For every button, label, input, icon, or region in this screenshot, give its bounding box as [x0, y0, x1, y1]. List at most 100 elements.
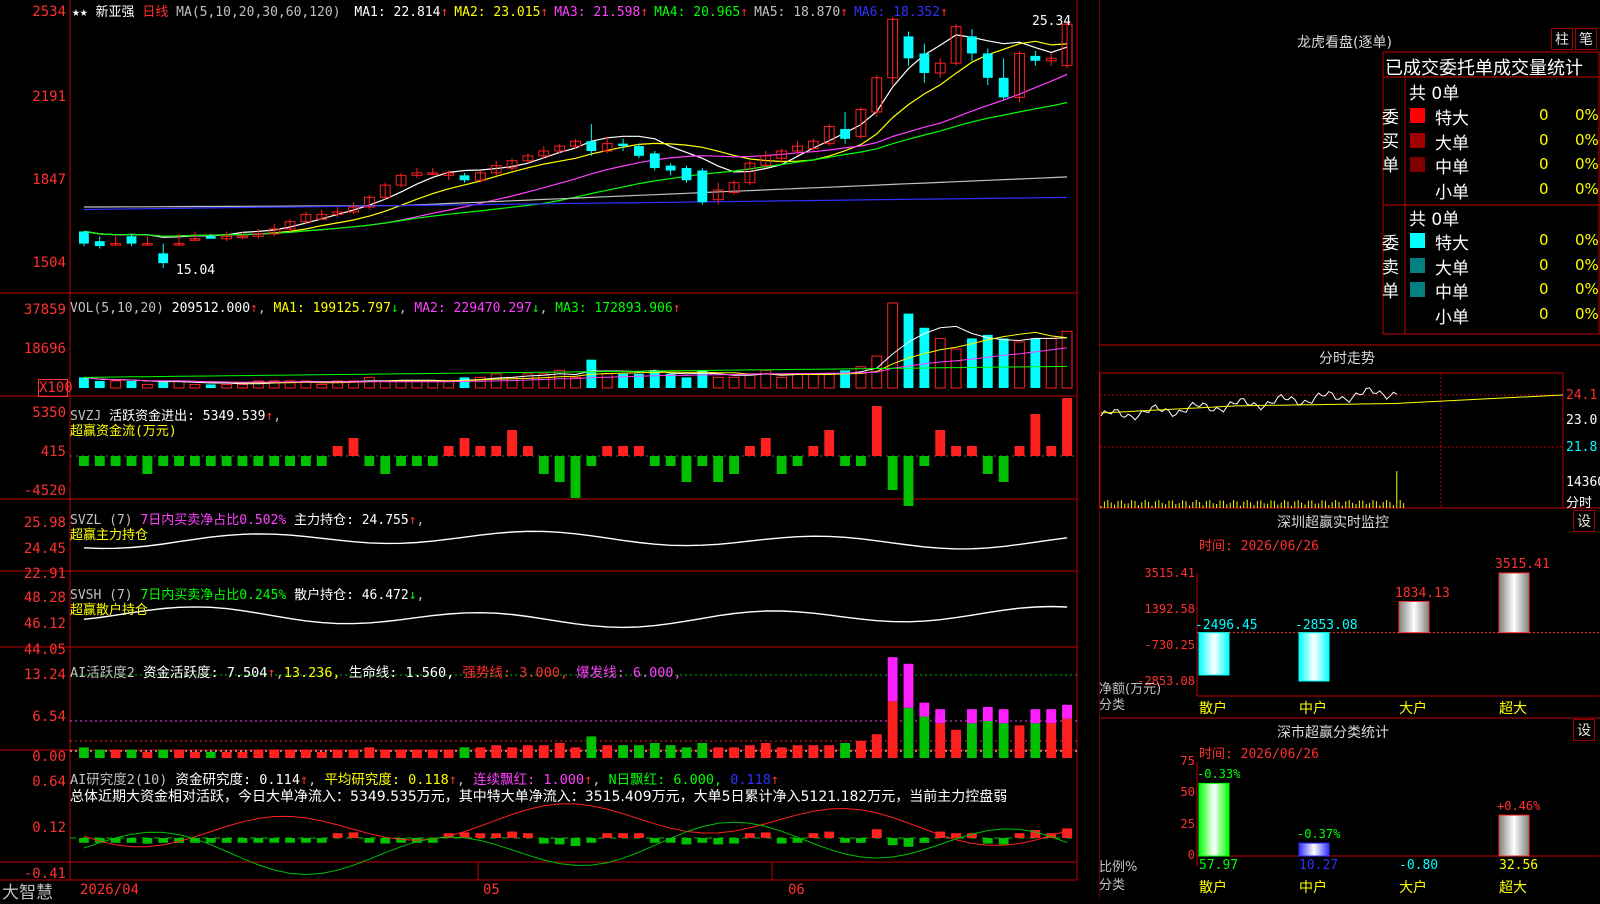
- ai1-bar: [110, 749, 121, 758]
- volume-bar: [967, 338, 977, 388]
- ai1-bar-top: [903, 663, 914, 708]
- lhb-color-swatch: [1410, 132, 1425, 148]
- lhb-row-name: 特大: [1435, 234, 1469, 254]
- sz-bar-label: -2496.45: [1195, 617, 1258, 633]
- ai1-bar: [967, 723, 977, 758]
- volume-bar: [681, 377, 692, 388]
- vol-header: VOL(5,10,20) 209512.000↑, MA1: 199125.79…: [70, 301, 681, 316]
- ai1-bar: [79, 747, 89, 758]
- svzj-bar: [998, 456, 1009, 482]
- vol-value: 209512.000: [171, 301, 251, 316]
- lhb-row-pct: 0%: [1575, 280, 1599, 298]
- svzj-bar: [221, 456, 232, 466]
- ai1-bar-top: [998, 709, 1009, 724]
- ai2-bar: [681, 838, 692, 845]
- lhb-row-pct: 0%: [1575, 155, 1599, 173]
- ai1-bar: [649, 743, 660, 758]
- buy-side-label: 委买单: [1382, 108, 1399, 176]
- svzl-sub: 超赢主力持仓: [70, 528, 149, 543]
- ai2-green-line: [83, 821, 1068, 876]
- sz-bar-label: -2853.08: [1295, 617, 1358, 633]
- ai2-bar: [205, 838, 216, 843]
- ai1-bar: [221, 751, 232, 758]
- candle-body: [840, 129, 850, 139]
- ai2-bar: [634, 833, 644, 838]
- ai1-label: AI活跃度2: [70, 665, 135, 681]
- svzj-bar: [523, 446, 533, 456]
- volume-bar: [601, 373, 613, 389]
- ai1-bar: [253, 749, 264, 758]
- svzj-bar: [935, 430, 946, 456]
- ss-title: 深市超赢分类统计: [1277, 725, 1389, 741]
- ai2-bar: [1014, 833, 1025, 838]
- bar-mode-button[interactable]: 柱: [1551, 28, 1573, 50]
- volume-bar: [189, 383, 201, 389]
- ai2-bar: [760, 832, 771, 838]
- ss-value-label: 32.56: [1499, 858, 1539, 873]
- ss-settings-button[interactable]: 设: [1573, 719, 1595, 741]
- ma-line-5: [83, 176, 1068, 208]
- volume-bar: [887, 302, 899, 389]
- ytick-2: 2191: [32, 89, 66, 105]
- svzj-bar: [745, 446, 755, 456]
- sz-ytick: 1392.58: [1144, 602, 1195, 616]
- ma-value-3: MA3: 21.598: [554, 5, 641, 20]
- main-chart-area[interactable]: ★★ 新亚强 日线 MA(5,10,20,30,60,120) MA1: 22.…: [0, 0, 1098, 903]
- lhb-row-name: 特大: [1435, 109, 1469, 129]
- candle-body: [982, 53, 993, 78]
- svzj-bar: [253, 456, 264, 466]
- svzj-bar: [412, 456, 422, 466]
- svzj-bar: [142, 456, 153, 474]
- vol-ma3: MA3: 172893.906: [555, 301, 673, 316]
- lhb-row-value: 0: [1539, 155, 1549, 173]
- ai1-bar: [887, 701, 898, 758]
- volume-bar: [316, 383, 328, 389]
- svzj-bar: [856, 456, 866, 466]
- ss-pct-label: -0.37%: [1297, 827, 1341, 842]
- ai1-bar-top: [1062, 704, 1072, 719]
- date-label-1: 2026/04: [80, 882, 140, 898]
- kline-chart[interactable]: [0, 0, 1098, 900]
- ai2-bar: [951, 833, 961, 838]
- ma-value-6: MA6: 18.352: [853, 5, 941, 20]
- ai2-bar: [237, 838, 248, 843]
- lhb-row-value: 0: [1539, 106, 1549, 124]
- svzj-bar: [459, 438, 470, 456]
- ai2-bar: [586, 838, 597, 843]
- volume-bar: [110, 380, 122, 389]
- volume-bar: [823, 373, 835, 389]
- ai1-bar: [570, 747, 581, 758]
- svzj-bar: [967, 446, 977, 456]
- star-icon: ★★: [72, 5, 88, 20]
- svzj-bar: [713, 456, 724, 482]
- lhb-row-name: 中单: [1435, 283, 1469, 303]
- volume-bar: [919, 327, 930, 388]
- sz-settings-button[interactable]: 设: [1573, 510, 1595, 532]
- tick-mode-button[interactable]: 笔: [1575, 28, 1597, 50]
- ss-category: 大户: [1399, 880, 1427, 896]
- candle-body: [998, 77, 1009, 98]
- lhb-row-value: 0: [1539, 304, 1549, 323]
- ai2-bar: [570, 838, 581, 846]
- svzj-bar: [729, 456, 739, 474]
- svzj-bar: [1062, 398, 1072, 456]
- fs-tick-3: 21.8: [1566, 440, 1598, 455]
- ma-arrow-5: ↑: [840, 5, 848, 20]
- ai2-summary: 总体近期大资金相对活跃，今日大单净流入：5349.535万元，其中特大单净流入：…: [70, 789, 1008, 805]
- sell-side-label: 委卖单: [1382, 234, 1399, 302]
- candle-body: [1030, 55, 1041, 61]
- ai2-bar: [285, 838, 295, 843]
- volume-bar: [79, 377, 89, 388]
- candle-body: [205, 236, 216, 239]
- lhb-row-pct: 0%: [1575, 255, 1599, 274]
- ai1-bar: [998, 723, 1009, 758]
- lhb-row-pct: 0%: [1575, 231, 1599, 249]
- lhb-row-name: 大单: [1435, 258, 1469, 279]
- svzj-bar: [380, 456, 391, 474]
- svzj-bar: [491, 446, 502, 456]
- ai1-bar-top: [1046, 709, 1057, 724]
- ai1-bar: [618, 745, 628, 758]
- ma-value-4: MA4: 20.965: [654, 5, 741, 20]
- ai2-bar: [348, 832, 359, 838]
- ss-ytick: 50: [1180, 785, 1195, 800]
